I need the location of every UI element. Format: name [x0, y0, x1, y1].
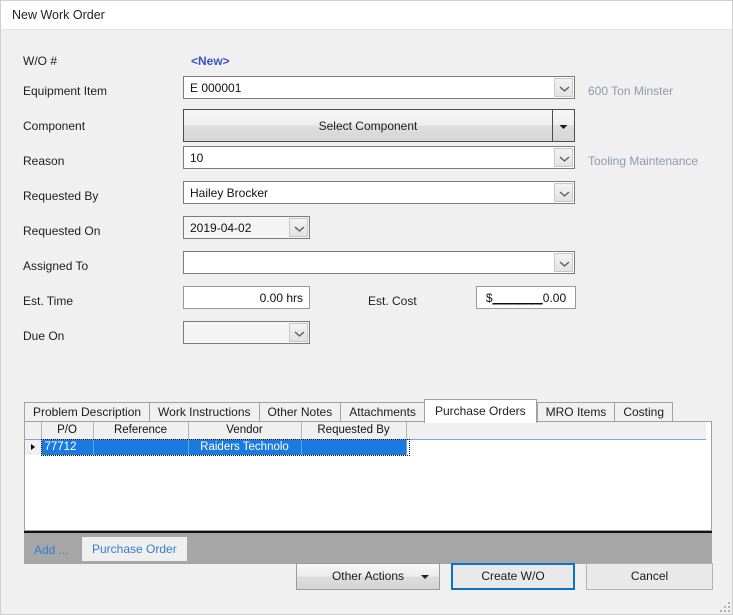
est-cost-amount: 0.00	[542, 291, 567, 305]
due-on-datepicker[interactable]	[183, 321, 310, 344]
new-work-order-window: New Work Order W/O # <New> Equipment Ite…	[0, 0, 733, 615]
other-actions-button[interactable]: Other Actions	[296, 563, 440, 590]
reason-combo[interactable]: 10	[183, 146, 575, 169]
equipment-item-description: 600 Ton Minster	[588, 84, 674, 98]
requested-by-value: Hailey Brocker	[190, 186, 269, 200]
window-titlebar: New Work Order	[1, 1, 732, 30]
create-wo-button[interactable]: Create W/O	[451, 563, 575, 590]
reason-description: Tooling Maintenance	[588, 154, 699, 168]
table-cell-filler	[406, 439, 706, 455]
label-requested-on: Requested On	[23, 224, 101, 238]
column-header[interactable]: Requested By	[301, 422, 407, 440]
add-purchase-order-button[interactable]: Purchase Order	[82, 537, 187, 561]
row-selector-cell[interactable]	[25, 439, 42, 455]
chevron-down-icon[interactable]	[554, 78, 573, 97]
equipment-item-combo[interactable]: E 000001	[183, 76, 575, 99]
requested-by-combo[interactable]: Hailey Brocker	[183, 181, 575, 204]
est-cost-currency: $	[485, 291, 493, 305]
label-component: Component	[23, 119, 86, 133]
reason-value: 10	[190, 151, 204, 165]
tab-work-instructions[interactable]: Work Instructions	[149, 402, 259, 423]
tab-purchase-orders[interactable]: Purchase Orders	[423, 399, 537, 423]
equipment-item-value: E 000001	[190, 81, 242, 95]
table-header: P/O Reference Vendor Requested By	[25, 422, 706, 440]
cancel-button[interactable]: Cancel	[586, 563, 713, 590]
table-cell[interactable]	[301, 439, 407, 455]
row-selector-header	[25, 422, 42, 440]
chevron-down-icon[interactable]	[554, 183, 573, 202]
dialog-client-area: W/O # <New> Equipment Item E 000001 600 …	[2, 30, 732, 614]
tab-costing[interactable]: Costing	[614, 402, 673, 423]
other-actions-label: Other Actions	[331, 569, 405, 583]
est-time-input[interactable]: 0.00 hrs	[183, 286, 310, 309]
label-wo-number: W/O #	[23, 54, 58, 68]
table-cell[interactable]: 77712	[41, 439, 94, 455]
table-cell[interactable]: Raiders Technolo	[188, 439, 302, 455]
column-header[interactable]: Reference	[93, 422, 189, 440]
est-time-value: 0.00 hrs	[259, 291, 303, 305]
label-equipment-item: Equipment Item	[23, 84, 108, 98]
current-row-caret-icon	[30, 444, 35, 451]
column-header[interactable]: Vendor	[188, 422, 302, 440]
requested-on-datepicker[interactable]: 2019-04-02	[183, 216, 310, 239]
purchase-orders-table: P/O Reference Vendor Requested By 77712 Raid…	[25, 422, 706, 455]
label-reason: Reason	[23, 154, 65, 168]
chevron-down-icon[interactable]	[554, 148, 573, 167]
column-header-filler	[406, 422, 706, 440]
label-est-time: Est. Time	[23, 294, 74, 308]
chevron-down-icon	[421, 575, 429, 579]
label-due-on: Due On	[23, 329, 65, 343]
tab-other-notes[interactable]: Other Notes	[258, 402, 341, 423]
table-body: 77712 Raiders Technolo	[25, 439, 706, 455]
tab-attachments[interactable]: Attachments	[340, 402, 424, 423]
component-dropdown-toggle[interactable]	[553, 110, 574, 141]
grid-action-bar: Add ... Purchase Order	[24, 531, 712, 564]
est-cost-mask: _______	[492, 291, 543, 305]
label-assigned-to: Assigned To	[23, 259, 89, 273]
resize-grip[interactable]	[717, 599, 730, 612]
chevron-down-icon[interactable]	[289, 218, 308, 237]
tab-strip: Problem Description Work Instructions Othe…	[24, 399, 712, 423]
table-cell[interactable]	[93, 439, 189, 455]
select-component-button-label: Select Component	[318, 119, 418, 133]
table-header-row: P/O Reference Vendor Requested By	[25, 422, 706, 440]
column-header[interactable]: P/O	[41, 422, 94, 440]
tab-problem-description[interactable]: Problem Description	[24, 402, 150, 423]
tab-mro-items[interactable]: MRO Items	[536, 402, 615, 423]
table-row[interactable]: 77712 Raiders Technolo	[25, 439, 706, 455]
purchase-orders-tab-panel: P/O Reference Vendor Requested By 77712 Raid…	[24, 421, 712, 531]
select-component-split-button[interactable]: Select Component	[183, 109, 575, 142]
wo-number-value: <New>	[191, 54, 230, 68]
label-est-cost: Est. Cost	[368, 294, 417, 308]
assigned-to-combo[interactable]	[183, 251, 575, 274]
purchase-orders-grid[interactable]: P/O Reference Vendor Requested By 77712 Raid…	[25, 422, 711, 530]
window-title: New Work Order	[12, 8, 105, 22]
est-cost-value: $_______0.00	[477, 291, 575, 305]
add-label: Add ...	[34, 543, 69, 557]
est-cost-input[interactable]: $_______0.00	[476, 286, 576, 309]
label-requested-by: Requested By	[23, 189, 99, 203]
chevron-down-icon[interactable]	[289, 323, 308, 342]
chevron-down-icon[interactable]	[554, 253, 573, 272]
requested-on-value: 2019-04-02	[190, 221, 252, 235]
